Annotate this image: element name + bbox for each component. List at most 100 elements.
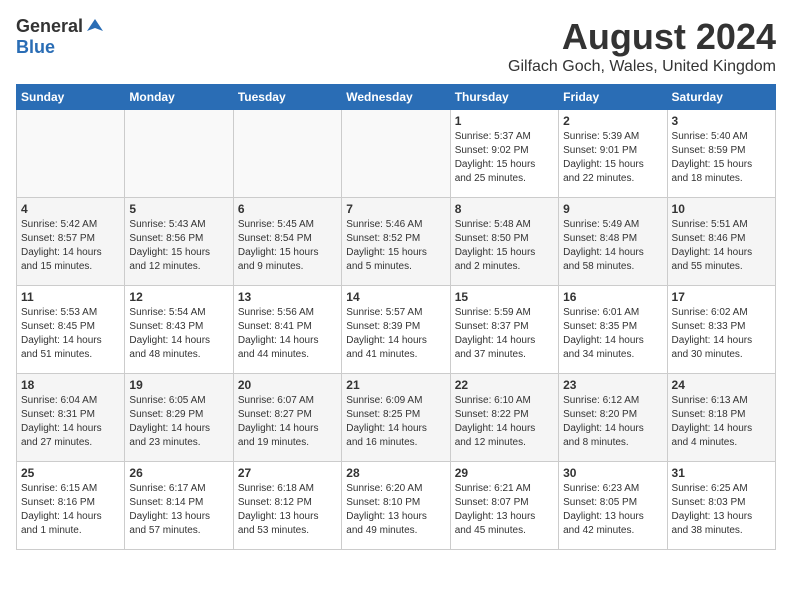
day-number: 4 bbox=[21, 202, 120, 216]
day-number: 17 bbox=[672, 290, 771, 304]
cell-details: Sunrise: 5:53 AMSunset: 8:45 PMDaylight:… bbox=[21, 306, 120, 362]
day-number: 5 bbox=[129, 202, 228, 216]
page-header: General Blue August 2024 Gilfach Goch, W… bbox=[16, 16, 776, 76]
calendar-cell: 6 Sunrise: 5:45 AMSunset: 8:54 PMDaylight… bbox=[233, 198, 341, 286]
calendar-cell: 25 Sunrise: 6:15 AMSunset: 8:16 PMDayligh… bbox=[17, 462, 125, 550]
day-number: 10 bbox=[672, 202, 771, 216]
cell-details: Sunrise: 6:13 AMSunset: 8:18 PMDaylight:… bbox=[672, 394, 771, 450]
calendar-cell: 22 Sunrise: 6:10 AMSunset: 8:22 PMDayligh… bbox=[450, 374, 558, 462]
col-header-saturday: Saturday bbox=[667, 85, 775, 110]
cell-details: Sunrise: 6:04 AMSunset: 8:31 PMDaylight:… bbox=[21, 394, 120, 450]
calendar-header-row: SundayMondayTuesdayWednesdayThursdayFrid… bbox=[17, 85, 776, 110]
calendar-cell: 3 Sunrise: 5:40 AMSunset: 8:59 PMDaylight… bbox=[667, 110, 775, 198]
day-number: 1 bbox=[455, 114, 554, 128]
calendar-week-row: 4 Sunrise: 5:42 AMSunset: 8:57 PMDaylight… bbox=[17, 198, 776, 286]
calendar-cell: 29 Sunrise: 6:21 AMSunset: 8:07 PMDayligh… bbox=[450, 462, 558, 550]
day-number: 27 bbox=[238, 466, 337, 480]
month-year: August 2024 bbox=[508, 16, 776, 58]
cell-details: Sunrise: 5:48 AMSunset: 8:50 PMDaylight:… bbox=[455, 218, 554, 274]
col-header-sunday: Sunday bbox=[17, 85, 125, 110]
cell-details: Sunrise: 5:46 AMSunset: 8:52 PMDaylight:… bbox=[346, 218, 445, 274]
calendar-cell: 14 Sunrise: 5:57 AMSunset: 8:39 PMDayligh… bbox=[342, 286, 450, 374]
cell-details: Sunrise: 5:57 AMSunset: 8:39 PMDaylight:… bbox=[346, 306, 445, 362]
calendar-cell: 7 Sunrise: 5:46 AMSunset: 8:52 PMDaylight… bbox=[342, 198, 450, 286]
day-number: 29 bbox=[455, 466, 554, 480]
day-number: 7 bbox=[346, 202, 445, 216]
day-number: 3 bbox=[672, 114, 771, 128]
calendar-cell: 23Sunrise: 6:12 AMSunset: 8:20 PMDayligh… bbox=[559, 374, 667, 462]
cell-details: Sunrise: 5:40 AMSunset: 8:59 PMDaylight:… bbox=[672, 130, 771, 186]
day-number: 21 bbox=[346, 378, 445, 392]
day-number: 18 bbox=[21, 378, 120, 392]
cell-details: Sunrise: 5:42 AMSunset: 8:57 PMDaylight:… bbox=[21, 218, 120, 274]
cell-details: Sunrise: 6:12 AMSunset: 8:20 PMDaylight:… bbox=[563, 394, 662, 450]
calendar-cell: 21 Sunrise: 6:09 AMSunset: 8:25 PMDayligh… bbox=[342, 374, 450, 462]
cell-details: Sunrise: 6:15 AMSunset: 8:16 PMDaylight:… bbox=[21, 482, 120, 538]
day-number: 25 bbox=[21, 466, 120, 480]
calendar-cell: 28 Sunrise: 6:20 AMSunset: 8:10 PMDayligh… bbox=[342, 462, 450, 550]
cell-details: Sunrise: 5:39 AMSunset: 9:01 PMDaylight:… bbox=[563, 130, 662, 186]
cell-details: Sunrise: 6:10 AMSunset: 8:22 PMDaylight:… bbox=[455, 394, 554, 450]
cell-details: Sunrise: 6:25 AMSunset: 8:03 PMDaylight:… bbox=[672, 482, 771, 538]
calendar-cell: 4 Sunrise: 5:42 AMSunset: 8:57 PMDaylight… bbox=[17, 198, 125, 286]
calendar-week-row: 25 Sunrise: 6:15 AMSunset: 8:16 PMDayligh… bbox=[17, 462, 776, 550]
col-header-tuesday: Tuesday bbox=[233, 85, 341, 110]
col-header-monday: Monday bbox=[125, 85, 233, 110]
calendar-cell: 13 Sunrise: 5:56 AMSunset: 8:41 PMDayligh… bbox=[233, 286, 341, 374]
calendar-cell: 20 Sunrise: 6:07 AMSunset: 8:27 PMDayligh… bbox=[233, 374, 341, 462]
day-number: 30 bbox=[563, 466, 662, 480]
calendar-cell: 16Sunrise: 6:01 AMSunset: 8:35 PMDayligh… bbox=[559, 286, 667, 374]
cell-details: Sunrise: 6:18 AMSunset: 8:12 PMDaylight:… bbox=[238, 482, 337, 538]
day-number: 26 bbox=[129, 466, 228, 480]
calendar-cell: 19 Sunrise: 6:05 AMSunset: 8:29 PMDayligh… bbox=[125, 374, 233, 462]
cell-details: Sunrise: 5:45 AMSunset: 8:54 PMDaylight:… bbox=[238, 218, 337, 274]
cell-details: Sunrise: 5:56 AMSunset: 8:41 PMDaylight:… bbox=[238, 306, 337, 362]
calendar-week-row: 1Sunrise: 5:37 AMSunset: 9:02 PMDaylight… bbox=[17, 110, 776, 198]
day-number: 24 bbox=[672, 378, 771, 392]
col-header-thursday: Thursday bbox=[450, 85, 558, 110]
calendar-cell: 26 Sunrise: 6:17 AMSunset: 8:14 PMDayligh… bbox=[125, 462, 233, 550]
calendar-cell: 27 Sunrise: 6:18 AMSunset: 8:12 PMDayligh… bbox=[233, 462, 341, 550]
day-number: 22 bbox=[455, 378, 554, 392]
col-header-wednesday: Wednesday bbox=[342, 85, 450, 110]
day-number: 20 bbox=[238, 378, 337, 392]
cell-details: Sunrise: 6:05 AMSunset: 8:29 PMDaylight:… bbox=[129, 394, 228, 450]
cell-details: Sunrise: 6:09 AMSunset: 8:25 PMDaylight:… bbox=[346, 394, 445, 450]
cell-details: Sunrise: 6:21 AMSunset: 8:07 PMDaylight:… bbox=[455, 482, 554, 538]
calendar-week-row: 11Sunrise: 5:53 AMSunset: 8:45 PMDayligh… bbox=[17, 286, 776, 374]
cell-details: Sunrise: 6:20 AMSunset: 8:10 PMDaylight:… bbox=[346, 482, 445, 538]
calendar-cell: 18 Sunrise: 6:04 AMSunset: 8:31 PMDayligh… bbox=[17, 374, 125, 462]
logo-general: General bbox=[16, 16, 83, 37]
title-block: August 2024 Gilfach Goch, Wales, United … bbox=[508, 16, 776, 76]
calendar-cell: 1Sunrise: 5:37 AMSunset: 9:02 PMDaylight… bbox=[450, 110, 558, 198]
cell-details: Sunrise: 6:07 AMSunset: 8:27 PMDaylight:… bbox=[238, 394, 337, 450]
day-number: 28 bbox=[346, 466, 445, 480]
logo-blue: Blue bbox=[16, 37, 55, 57]
cell-details: Sunrise: 5:49 AMSunset: 8:48 PMDaylight:… bbox=[563, 218, 662, 274]
cell-details: Sunrise: 6:23 AMSunset: 8:05 PMDaylight:… bbox=[563, 482, 662, 538]
calendar-cell bbox=[125, 110, 233, 198]
day-number: 13 bbox=[238, 290, 337, 304]
cell-details: Sunrise: 5:51 AMSunset: 8:46 PMDaylight:… bbox=[672, 218, 771, 274]
cell-details: Sunrise: 6:02 AMSunset: 8:33 PMDaylight:… bbox=[672, 306, 771, 362]
calendar-cell: 31Sunrise: 6:25 AMSunset: 8:03 PMDayligh… bbox=[667, 462, 775, 550]
calendar-cell: 11Sunrise: 5:53 AMSunset: 8:45 PMDayligh… bbox=[17, 286, 125, 374]
day-number: 14 bbox=[346, 290, 445, 304]
day-number: 6 bbox=[238, 202, 337, 216]
day-number: 15 bbox=[455, 290, 554, 304]
calendar-cell bbox=[233, 110, 341, 198]
cell-details: Sunrise: 6:01 AMSunset: 8:35 PMDaylight:… bbox=[563, 306, 662, 362]
calendar-cell: 2Sunrise: 5:39 AMSunset: 9:01 PMDaylight… bbox=[559, 110, 667, 198]
day-number: 12 bbox=[129, 290, 228, 304]
calendar-cell bbox=[17, 110, 125, 198]
cell-details: Sunrise: 5:43 AMSunset: 8:56 PMDaylight:… bbox=[129, 218, 228, 274]
location: Gilfach Goch, Wales, United Kingdom bbox=[508, 58, 776, 76]
calendar-cell: 12Sunrise: 5:54 AMSunset: 8:43 PMDayligh… bbox=[125, 286, 233, 374]
cell-details: Sunrise: 6:17 AMSunset: 8:14 PMDaylight:… bbox=[129, 482, 228, 538]
calendar-cell: 15 Sunrise: 5:59 AMSunset: 8:37 PMDayligh… bbox=[450, 286, 558, 374]
cell-details: Sunrise: 5:59 AMSunset: 8:37 PMDaylight:… bbox=[455, 306, 554, 362]
calendar-cell: 8Sunrise: 5:48 AMSunset: 8:50 PMDaylight… bbox=[450, 198, 558, 286]
col-header-friday: Friday bbox=[559, 85, 667, 110]
day-number: 19 bbox=[129, 378, 228, 392]
calendar-cell: 9Sunrise: 5:49 AMSunset: 8:48 PMDaylight… bbox=[559, 198, 667, 286]
